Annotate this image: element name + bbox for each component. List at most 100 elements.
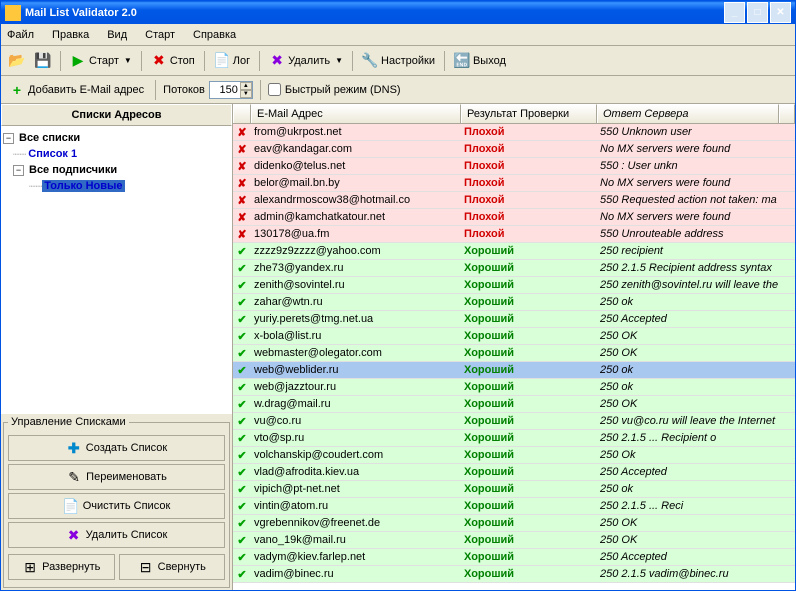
clear-list-button[interactable]: 📄Очистить Список — [8, 493, 225, 519]
grid-row[interactable]: ✘from@ukrpost.netПлохой550 Unknown user — [233, 124, 795, 141]
grid-row[interactable]: ✔zhe73@yandex.ruХороший250 2.1.5 Recipie… — [233, 260, 795, 277]
collapse-icon[interactable]: − — [3, 133, 14, 144]
grid-row[interactable]: ✔vadym@kiev.farlep.netХороший250 Accepte… — [233, 549, 795, 566]
cell-status: ✔ — [233, 551, 251, 564]
add-email-button[interactable]: +Добавить E-Mail адрес — [5, 78, 148, 102]
menu-start[interactable]: Старт — [145, 29, 175, 41]
list-mgmt-legend: Управление Списками — [8, 416, 129, 428]
grid-row[interactable]: ✘130178@ua.fmПлохой550 Unrouteable addre… — [233, 226, 795, 243]
col-status[interactable] — [233, 104, 251, 123]
tree-subs[interactable]: − Все подписчики — [3, 162, 230, 178]
grid-row[interactable]: ✘admin@kamchatkatour.netПлохойNo MX serv… — [233, 209, 795, 226]
cell-status: ✔ — [233, 313, 251, 326]
grid-row[interactable]: ✔vlad@afrodita.kiev.uaХороший250 Accepte… — [233, 464, 795, 481]
delete-button[interactable]: ✖Удалить▼ — [265, 49, 347, 73]
grid-row[interactable]: ✔x-bola@list.ruХороший250 OK — [233, 328, 795, 345]
start-button[interactable]: ▶Старт▼ — [66, 49, 136, 73]
cell-email: vintin@atom.ru — [251, 500, 461, 512]
scrollbar-corner — [779, 104, 795, 123]
col-response[interactable]: Ответ Сервера — [597, 104, 779, 123]
menu-bar: Файл Правка Вид Старт Справка — [1, 24, 795, 46]
grid-body[interactable]: ✘from@ukrpost.netПлохой550 Unknown user✘… — [233, 124, 795, 590]
col-result[interactable]: Результат Проверки — [461, 104, 597, 123]
exit-icon: 🔚 — [454, 53, 470, 69]
cell-response: 550 Unknown user — [597, 126, 795, 138]
cell-response: 250 zenith@sovintel.ru will leave the — [597, 279, 795, 291]
grid-row[interactable]: ✔w.drag@mail.ruХороший250 OK — [233, 396, 795, 413]
grid-row[interactable]: ✔web@jazztour.ruХороший250 ok — [233, 379, 795, 396]
delete-list-button[interactable]: ✖Удалить Список — [8, 522, 225, 548]
menu-view[interactable]: Вид — [107, 29, 127, 41]
cell-response: 250 ok — [597, 381, 795, 393]
tree-new-only-label: Только Новые — [42, 180, 124, 192]
grid-row[interactable]: ✔vano_19k@mail.ruХороший250 OK — [233, 532, 795, 549]
toolbar-secondary: +Добавить E-Mail адрес Потоков ▲▼ Быстры… — [1, 76, 795, 104]
cell-response: 250 ok — [597, 296, 795, 308]
grid-row[interactable]: ✔volchanskip@coudert.comХороший250 Ok — [233, 447, 795, 464]
grid-row[interactable]: ✘alexandrmoscow38@hotmail.coПлохой550 Re… — [233, 192, 795, 209]
good-icon: ✔ — [237, 501, 246, 513]
expand-button[interactable]: ⊞Развернуть — [8, 554, 115, 580]
grid-row[interactable]: ✘didenko@telus.netПлохой550 : User unkn — [233, 158, 795, 175]
grid-row[interactable]: ✔zzzz9z9zzzz@yahoo.comХороший250 recipie… — [233, 243, 795, 260]
good-icon: ✔ — [237, 246, 246, 258]
tree-line: ┈┈ — [13, 148, 26, 161]
minimize-button[interactable]: _ — [724, 2, 745, 23]
grid-row[interactable]: ✘eav@kandagar.comПлохойNo MX servers wer… — [233, 141, 795, 158]
spin-up[interactable]: ▲ — [240, 82, 252, 90]
cell-status: ✔ — [233, 568, 251, 581]
plus-icon: + — [9, 82, 25, 98]
menu-file[interactable]: Файл — [7, 29, 34, 41]
grid-row[interactable]: ✔vadim@binec.ruХороший250 2.1.5 vadim@bi… — [233, 566, 795, 583]
grid-row[interactable]: ✔vto@sp.ruХороший250 2.1.5 ... Recipient… — [233, 430, 795, 447]
grid-row[interactable]: ✔yuriy.perets@tmg.net.uaХороший250 Accep… — [233, 311, 795, 328]
cell-result: Хороший — [461, 466, 597, 478]
cell-email: web@jazztour.ru — [251, 381, 461, 393]
create-list-button[interactable]: ✚Создать Список — [8, 435, 225, 461]
collapse-button[interactable]: ⊟Свернуть — [119, 554, 226, 580]
cell-result: Хороший — [461, 568, 597, 580]
exit-button[interactable]: 🔚Выход — [450, 49, 510, 73]
open-button[interactable]: 📂 — [5, 49, 29, 73]
tree-list1[interactable]: ┈┈ Список 1 — [3, 146, 230, 162]
settings-button[interactable]: 🔧Настройки — [358, 49, 439, 73]
menu-help[interactable]: Справка — [193, 29, 236, 41]
cell-email: vadym@kiev.farlep.net — [251, 551, 461, 563]
rename-list-button[interactable]: ✎Переименовать — [8, 464, 225, 490]
bad-icon: ✘ — [237, 178, 246, 190]
grid-row[interactable]: ✔zenith@sovintel.ruХороший250 zenith@sov… — [233, 277, 795, 294]
grid-row[interactable]: ✘belor@mail.bn.byПлохойNo MX servers wer… — [233, 175, 795, 192]
cell-status: ✔ — [233, 517, 251, 530]
grid-row[interactable]: ✔vipich@pt-net.netХороший250 ok — [233, 481, 795, 498]
cell-response: 550 Requested action not taken: ma — [597, 194, 795, 206]
save-button[interactable]: 💾 — [31, 49, 55, 73]
grid-row[interactable]: ✔vintin@atom.ruХороший250 2.1.5 ... Reci — [233, 498, 795, 515]
grid-row[interactable]: ✔webmaster@olegator.comХороший250 OK — [233, 345, 795, 362]
tree-new-only[interactable]: ┈┈ Только Новые — [3, 178, 230, 194]
cell-status: ✔ — [233, 415, 251, 428]
tree-list1-label: Список 1 — [26, 148, 79, 160]
cell-result: Плохой — [461, 211, 597, 223]
col-email[interactable]: E-Mail Адрес — [251, 104, 461, 123]
threads-spinner[interactable]: ▲▼ — [209, 81, 253, 99]
fast-mode-checkbox[interactable] — [268, 83, 281, 96]
lists-tree[interactable]: − Все списки ┈┈ Список 1 − Все подписчик… — [1, 126, 232, 414]
log-button[interactable]: 📄Лог — [210, 49, 254, 73]
menu-edit[interactable]: Правка — [52, 29, 89, 41]
maximize-button[interactable]: □ — [747, 2, 768, 23]
threads-label: Потоков — [163, 84, 205, 96]
grid-row[interactable]: ✔vgrebennikov@freenet.deХороший250 OK — [233, 515, 795, 532]
collapse-icon[interactable]: − — [13, 165, 24, 176]
stop-button[interactable]: ✖Стоп — [147, 49, 199, 73]
app-icon — [5, 5, 21, 21]
tree-root[interactable]: − Все списки — [3, 130, 230, 146]
close-button[interactable]: ✕ — [770, 2, 791, 23]
cell-email: vto@sp.ru — [251, 432, 461, 444]
grid-row[interactable]: ✔zahar@wtn.ruХороший250 ok — [233, 294, 795, 311]
grid-row[interactable]: ✔vu@co.ruХороший250 vu@co.ru will leave … — [233, 413, 795, 430]
tree-subs-label: Все подписчики — [27, 164, 119, 176]
cell-result: Хороший — [461, 296, 597, 308]
grid-row[interactable]: ✔web@weblider.ruХороший250 ok — [233, 362, 795, 379]
spin-down[interactable]: ▼ — [240, 90, 252, 98]
good-icon: ✔ — [237, 484, 246, 496]
